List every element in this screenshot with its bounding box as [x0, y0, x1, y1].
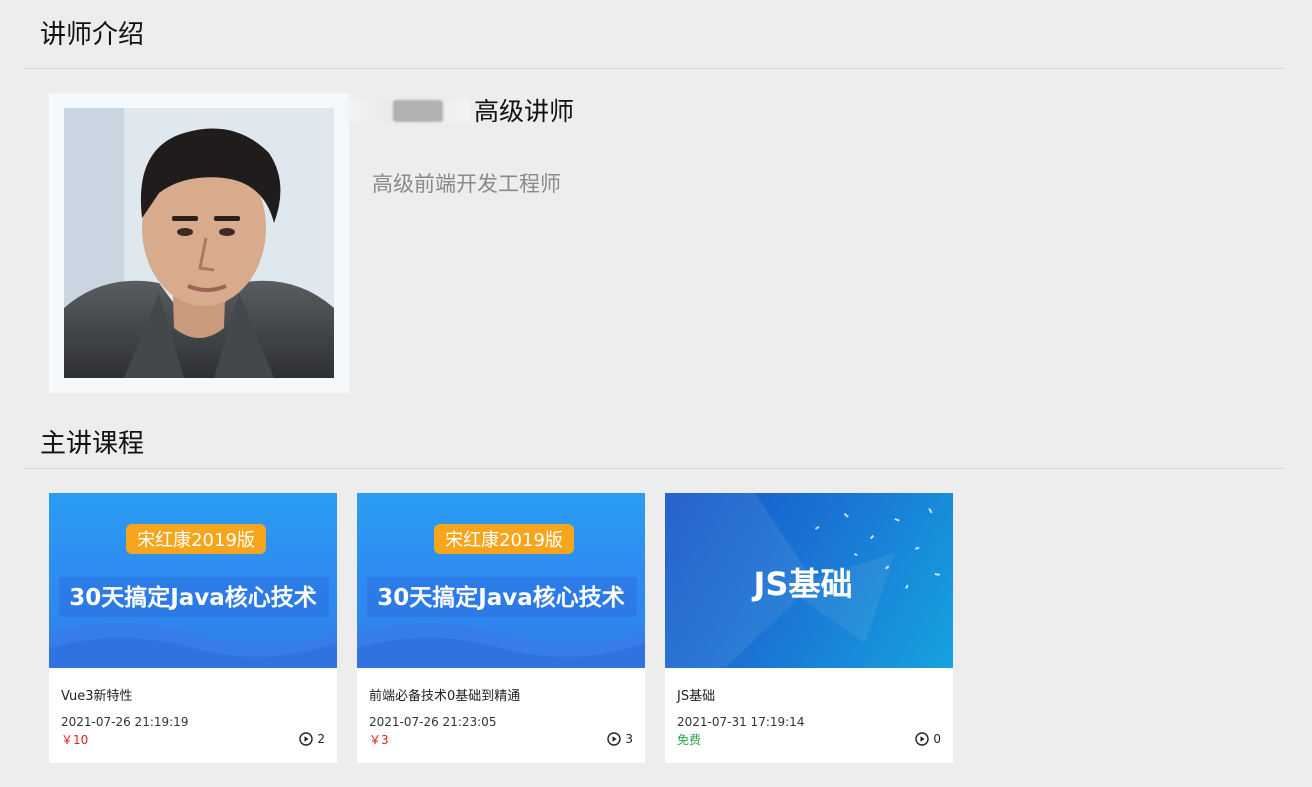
course-cover-image[interactable]: 宋红康2019版 30天搞定Java核心技术	[357, 493, 645, 668]
course-cover-image[interactable]: JS基础	[665, 493, 953, 668]
course-title[interactable]: JS基础	[677, 688, 715, 706]
course-views-count: 2	[317, 732, 325, 746]
course-views: 3	[607, 730, 633, 748]
teacher-level: 高级讲师	[474, 97, 575, 126]
teacher-photo	[64, 108, 334, 378]
course-time: 2021-07-26 21:19:19	[61, 715, 189, 729]
courses-section-title: 主讲课程	[40, 429, 145, 459]
course-views: 2	[299, 730, 325, 748]
course-time: 2021-07-26 21:23:05	[369, 715, 497, 729]
course-card[interactable]: JS基础 JS基础 2021-07-31 17:19:14 免费 0	[665, 493, 953, 763]
course-price: ￥10	[61, 733, 89, 747]
course-cover-headline: 30天搞定Java核心技术	[377, 584, 625, 611]
teacher-section-divider	[25, 68, 1285, 69]
teacher-section-title: 讲师介绍	[40, 20, 145, 50]
course-time: 2021-07-31 17:19:14	[677, 715, 805, 729]
course-title[interactable]: 前端必备技术0基础到精通	[369, 688, 520, 706]
play-circle-icon	[299, 732, 314, 746]
course-views-count: 0	[933, 732, 941, 746]
play-circle-icon	[607, 732, 622, 746]
course-cover-badge: 宋红康2019版	[445, 530, 563, 551]
course-price: ￥3	[369, 733, 389, 747]
teacher-photo-frame	[49, 93, 349, 393]
course-title[interactable]: Vue3新特性	[61, 688, 133, 706]
course-cover-headline: JS基础	[752, 565, 853, 603]
teacher-name-redacted	[345, 97, 470, 127]
courses-section-divider	[25, 468, 1285, 469]
course-cover-image[interactable]: 宋红康2019版 30天搞定Java核心技术	[49, 493, 337, 668]
play-circle-icon	[915, 732, 930, 746]
course-card[interactable]: 宋红康2019版 30天搞定Java核心技术 Vue3新特性 2021-07-2…	[49, 493, 337, 763]
teacher-intro: 高级前端开发工程师	[372, 172, 561, 196]
course-views-count: 3	[625, 732, 633, 746]
course-cover-headline: 30天搞定Java核心技术	[69, 584, 317, 611]
course-card[interactable]: 宋红康2019版 30天搞定Java核心技术 前端必备技术0基础到精通 2021…	[357, 493, 645, 763]
course-views: 0	[915, 730, 941, 748]
course-price: 免费	[677, 733, 702, 747]
course-cover-badge: 宋红康2019版	[137, 530, 255, 551]
